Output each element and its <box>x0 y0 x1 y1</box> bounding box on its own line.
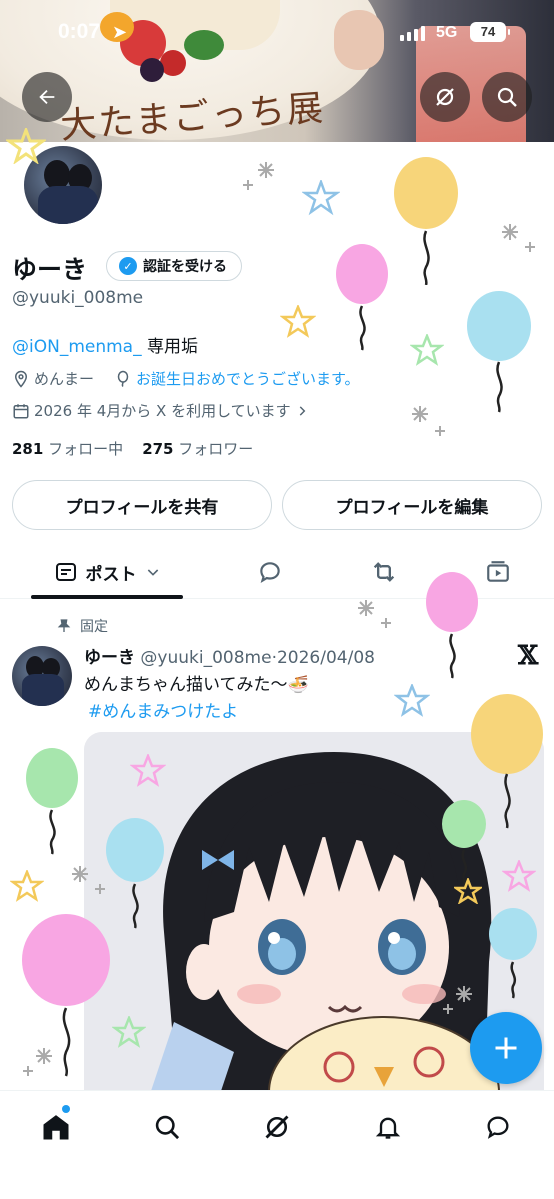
balloon-blue-decoration <box>467 291 531 413</box>
network-label: 5G <box>436 24 458 41</box>
location-arrow-icon: ➤ <box>112 22 128 43</box>
tweet-avatar[interactable] <box>12 646 72 706</box>
profile-name: ゆーき <box>12 255 88 284</box>
bell-icon <box>375 1117 401 1139</box>
home-icon <box>43 1115 69 1140</box>
star-decoration <box>394 684 430 717</box>
balloon-icon <box>117 370 129 387</box>
tweet-author-name[interactable]: ゆーき <box>84 648 135 668</box>
share-profile-button[interactable]: プロフィールを共有 <box>12 480 272 530</box>
balloon-yellow-decoration <box>394 157 458 285</box>
followers-link[interactable]: 275 フォロワー <box>142 440 253 458</box>
balloon-green-decoration <box>26 748 78 855</box>
tab-replies[interactable] <box>250 546 290 598</box>
bio-mention-link[interactable]: @iON_menma_ <box>12 337 142 357</box>
tab-posts-label: ポスト <box>85 564 137 585</box>
birthday-text: お誕生日おめでとうございます。 <box>136 370 360 388</box>
following-label: フォロー中 <box>48 440 124 458</box>
grok-button[interactable] <box>420 72 470 122</box>
verified-badge-icon: ✓ <box>119 257 137 275</box>
sparkle-decoration <box>243 162 274 190</box>
tab-reposts[interactable] <box>364 546 404 598</box>
star-decoration <box>302 180 340 216</box>
star-decoration <box>10 870 44 902</box>
messages-icon <box>487 1116 509 1139</box>
notification-dot <box>62 1105 70 1113</box>
back-button[interactable] <box>22 72 72 122</box>
bio-text: 専用垢 <box>147 337 198 357</box>
nav-home[interactable] <box>38 1109 74 1145</box>
sparkle-decoration <box>502 224 535 252</box>
sparkle-decoration <box>23 1048 52 1076</box>
profile-tabs: ポスト <box>0 546 554 599</box>
profile-meta: めんまー お誕生日おめでとうございます。 <box>12 368 360 389</box>
edit-profile-button[interactable]: プロフィールを編集 <box>282 480 542 530</box>
grok-icon <box>265 1115 289 1139</box>
tweet-header: ゆーき @yuuki_008me·2026/04/08 <box>84 648 375 668</box>
nav-notifications[interactable] <box>370 1109 406 1145</box>
balloon-pink-decoration <box>336 244 388 351</box>
tweet-author-handle[interactable]: @yuuki_008me <box>140 648 271 668</box>
chevron-down-icon <box>147 569 158 576</box>
follow-stats: 281 フォロー中 275 フォロワー <box>12 438 253 459</box>
compose-button[interactable] <box>470 1012 542 1084</box>
get-verified-button[interactable]: ✓ 認証を受ける <box>106 251 242 281</box>
signal-icon <box>400 26 425 41</box>
pinned-indicator: 固定 <box>56 616 108 636</box>
location-icon <box>14 370 28 388</box>
profile-bio: @iON_menma_ 専用垢 <box>12 332 198 357</box>
reply-icon <box>260 562 280 584</box>
media-icon <box>487 561 509 582</box>
followers-label: フォロワー <box>178 440 254 458</box>
search-button[interactable] <box>482 72 532 122</box>
following-link[interactable]: 281 フォロー中 <box>12 440 123 458</box>
get-verified-label: 認証を受ける <box>143 259 227 275</box>
pin-icon <box>57 619 71 632</box>
tweet-text: めんまちゃん描いてみた〜🍜 <box>84 675 309 695</box>
search-icon <box>155 1115 180 1140</box>
nav-messages[interactable] <box>480 1109 516 1145</box>
search-icon <box>497 87 517 107</box>
nav-search[interactable] <box>149 1109 185 1145</box>
tweet-hashtag[interactable]: #めんまみつけたよ <box>88 697 238 722</box>
x-logo-icon: 𝕏 <box>518 641 539 671</box>
joined-text: 2026 年 4月から X を利用しています <box>34 402 291 420</box>
chevron-right-icon <box>299 405 305 416</box>
battery-icon: 74 <box>470 22 510 42</box>
tab-media[interactable] <box>478 546 518 598</box>
profile-joined[interactable]: 2026 年 4月から X を利用しています <box>12 400 309 421</box>
status-time: 0:07 <box>58 20 101 43</box>
grok-icon <box>436 88 454 106</box>
star-decoration <box>410 334 444 366</box>
profile-avatar[interactable] <box>20 142 106 228</box>
status-bar: 0:07 ➤ 5G 74 <box>0 0 554 64</box>
plus-icon <box>495 1037 517 1059</box>
tweet-date[interactable]: 2026/04/08 <box>277 648 375 668</box>
nav-grok[interactable] <box>259 1109 295 1145</box>
posts-icon <box>55 563 76 581</box>
profile-handle: @yuuki_008me <box>12 288 144 308</box>
profile-location: めんまー <box>34 370 95 388</box>
following-count: 281 <box>12 440 44 458</box>
tab-posts[interactable]: ポスト <box>31 546 183 598</box>
followers-count: 275 <box>142 440 174 458</box>
back-arrow-icon <box>39 89 55 105</box>
calendar-icon <box>13 403 29 418</box>
star-decoration <box>280 305 316 338</box>
bottom-navigation <box>0 1090 554 1199</box>
active-tab-indicator <box>31 595 183 599</box>
repost-icon <box>373 562 395 582</box>
pinned-label: 固定 <box>80 619 108 635</box>
sparkle-decoration <box>358 600 391 628</box>
sparkle-decoration <box>412 406 445 436</box>
